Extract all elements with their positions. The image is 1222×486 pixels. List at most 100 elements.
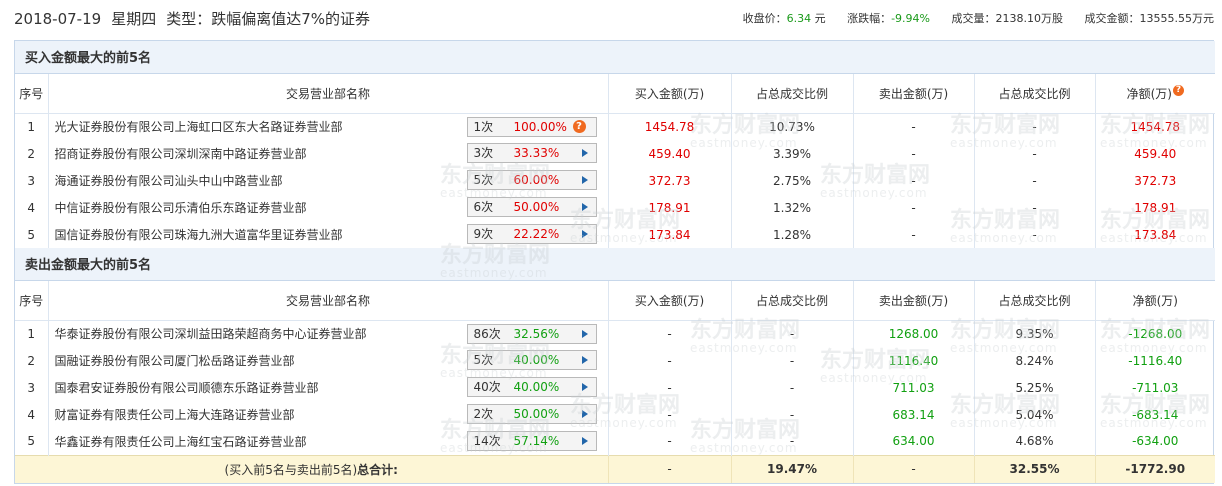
broker-link[interactable]: 财富证券有限责任公司上海大连路证券营业部 [55,408,295,422]
history-count-button[interactable]: 5次 40.00% [466,350,597,370]
appearance-count: 1次 [473,119,494,134]
history-count-button[interactable]: 2次 50.00% [466,404,597,424]
col-sell: 卖出金额(万) [853,73,975,114]
col-buy-ratio: 占总成交比例 [731,73,854,114]
col-net: 净额(万)? [1095,73,1215,114]
row-index: 4 [15,194,49,221]
net-amount: 1454.78 [1130,119,1181,134]
history-count-button[interactable]: 1次 100.00%? [466,116,597,137]
table-row: 3 海通证券股份有限公司汕头中山中路营业部 5次 60.00% 372.73 2.75% -… [15,167,1215,194]
volume: 成交量：2138.10万股 [951,12,1064,25]
col-buy: 买入金额(万) [608,280,732,321]
row-index: 2 [15,347,49,374]
appearance-count: 14次 [473,434,501,448]
broker-name: 国融证券股份有限公司厦门松岳路证券营业部 5次 40.00% [48,347,609,374]
expand-arrow-icon[interactable] [581,230,588,238]
row-index: 1 [15,320,49,347]
sell-amount: - [853,167,975,194]
help-icon[interactable]: ? [572,119,586,133]
row-index: 5 [15,428,49,455]
sell-amount: - [853,221,975,248]
col-buy: 买入金额(万) [608,73,732,114]
broker-link[interactable]: 华泰证券股份有限公司深圳益田路荣超商务中心证券营业部 [55,327,367,341]
broker-name: 招商证券股份有限公司深圳深南中路证券营业部 3次 33.33% [48,140,609,167]
table-row: 4 财富证券有限责任公司上海大连路证券营业部 2次 50.00% - -683.14 5.0… [15,401,1215,428]
broker-link[interactable]: 招商证券股份有限公司深圳深南中路证券营业部 [55,147,307,161]
history-count-button[interactable]: 9次 22.22% [466,224,597,244]
col-name: 交易营业部名称 [48,73,609,114]
buy-ratio: - [731,347,854,374]
sell-amount: 683.14 [853,401,975,428]
turnover-amount: 成交金额：13555.55万元 [1084,12,1215,25]
history-count-button[interactable]: 3次 33.33% [466,143,597,163]
appearance-count: 5次 [473,353,494,367]
net-amount: -1116.40 [1128,353,1183,368]
sell-ratio: - [974,113,1096,140]
expand-arrow-icon[interactable] [581,176,588,184]
broker-link[interactable]: 光大证券股份有限公司上海虹口区东大名路证券营业部 [55,120,343,134]
win-rate: 60.00% [513,173,560,187]
total-buy-ratio: 19.47% [731,454,854,483]
net-amount: 372.73 [1134,173,1177,188]
sell-ratio: - [974,167,1096,194]
col-net: 净额(万) [1095,280,1215,321]
trade-date: 2018-07-19 [14,10,102,28]
broker-name: 国信证券股份有限公司珠海九洲大道富华里证券营业部 9次 22.22% [48,221,609,248]
history-count-button[interactable]: 14次 57.14% [466,431,597,451]
expand-arrow-icon[interactable] [581,437,588,445]
buy-amount: - [608,374,732,401]
sell-amount: 1268.00 [853,320,975,347]
broker-name: 华泰证券股份有限公司深圳益田路荣超商务中心证券营业部 86次 32.56% [48,320,609,347]
net-amount: -683.14 [1132,407,1179,422]
sell-ratio: - [974,194,1096,221]
sell-amount: - [853,140,975,167]
buy-amount: - [608,401,732,428]
broker-link[interactable]: 海通证券股份有限公司汕头中山中路营业部 [55,174,283,188]
table-row: 5 国信证券股份有限公司珠海九洲大道富华里证券营业部 9次 22.22% 173.84 1… [15,221,1215,248]
appearance-count: 5次 [473,173,494,187]
type-label: 类型： [166,10,212,28]
win-rate: 40.00% [513,380,560,394]
table-row: 1 华泰证券股份有限公司深圳益田路荣超商务中心证券营业部 86次 32.56% - -12… [15,320,1215,347]
expand-arrow-icon[interactable] [581,203,588,211]
sell-amount: 711.03 [853,374,975,401]
total-row: (买入前5名与卖出前5名)总合计: - 19.47% - 32.55% -177… [15,454,1215,483]
help-icon[interactable]: ? [1172,84,1184,96]
expand-arrow-icon[interactable] [581,149,588,157]
col-name: 交易营业部名称 [48,280,609,321]
win-rate: 50.00% [513,407,560,421]
expand-arrow-icon[interactable] [581,410,588,418]
expand-arrow-icon[interactable] [581,329,588,338]
expand-arrow-icon[interactable] [581,356,588,364]
buy-ratio: 1.28% [731,221,854,248]
history-count-button[interactable]: 40次 40.00% [466,377,597,397]
col-index: 序号 [15,280,49,321]
history-count-button[interactable]: 5次 60.00% [466,170,597,190]
expand-arrow-icon[interactable] [581,383,588,391]
broker-link[interactable]: 中信证券股份有限公司乐清伯乐东路证券营业部 [55,201,307,215]
type-value: 跌幅偏离值达7%的证券 [211,10,371,28]
broker-link[interactable]: 国融证券股份有限公司厦门松岳路证券营业部 [55,354,295,368]
appearance-count: 2次 [473,407,494,421]
broker-link[interactable]: 国泰君安证券股份有限公司顺德东乐路证券营业部 [55,381,319,395]
net-amount: -634.00 [1132,434,1179,449]
page-title: 2018-07-19 星期四 类型：跌幅偏离值达7%的证券 [14,8,380,29]
sell-amount: - [853,194,975,221]
buy-amount: - [608,347,732,374]
total-sell-ratio: 32.55% [974,454,1096,483]
buy-ratio: - [731,428,854,455]
sell-amount: 1116.40 [853,347,975,374]
buy-ratio: 3.39% [731,140,854,167]
net-amount: 459.40 [1134,146,1177,161]
buy-amount: - [608,320,732,347]
win-rate: 40.00% [513,353,560,367]
sell-amount: - [853,113,975,140]
broker-link[interactable]: 华鑫证券有限责任公司上海红宝石路证券营业部 [55,435,307,449]
broker-link[interactable]: 国信证券股份有限公司珠海九洲大道富华里证券营业部 [55,228,343,242]
total-net: -1772.90 [1095,454,1215,483]
history-count-button[interactable]: 86次 32.56% [466,323,597,344]
buy-ratio: - [731,374,854,401]
history-count-button[interactable]: 6次 50.00% [466,197,597,217]
win-rate: 22.22% [513,227,560,241]
buy-amount: 178.91 [608,194,732,221]
